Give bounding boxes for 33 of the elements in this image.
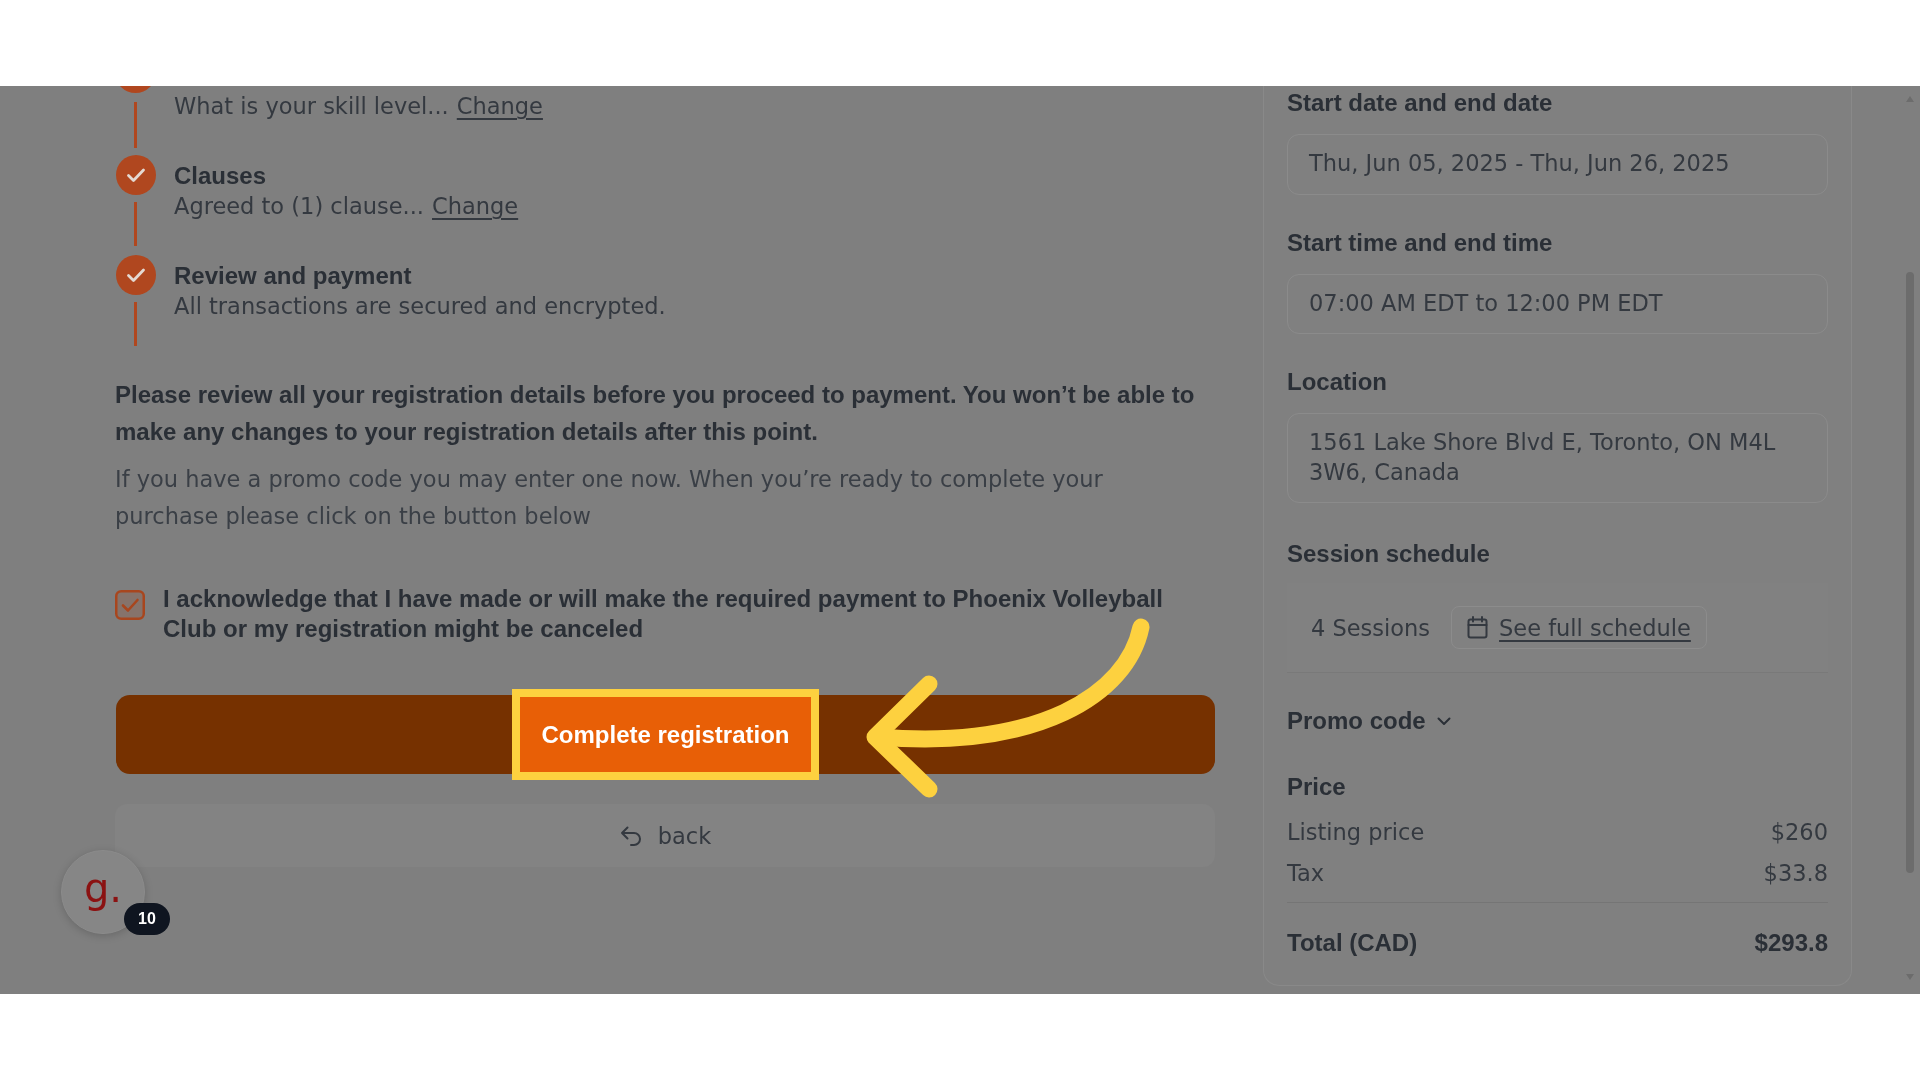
calendar-icon [1467,616,1489,639]
total-amount: $293.8 [1754,928,1828,958]
see-full-schedule-button[interactable]: See full schedule [1451,606,1707,649]
field-label: Start time and end time [1287,227,1553,258]
step-title: Clauses [174,161,267,191]
step-description: What is your skill level... Change [174,92,543,121]
promo-code-toggle[interactable]: Promo code [1287,706,1451,736]
undo-arrow-icon [618,824,643,847]
section-label: Price [1287,772,1346,802]
total-label: Total (CAD) [1287,928,1418,958]
field-label: Location [1287,367,1387,397]
section-label: Session schedule [1287,539,1490,569]
price-label: Listing price [1287,818,1425,847]
step-description: All transactions are secured and encrypted. [174,292,666,321]
change-link[interactable]: Change [432,193,519,219]
detail-field: 1561 Lake Shore Blvd E, Toronto, ON M4L 3W6, Canada [1287,413,1828,503]
complete-registration-button[interactable]: Complete registration [116,695,1215,774]
step-description: Agreed to (1) clause... Change [174,192,519,221]
acknowledge-label: I acknowledge that I have made or will make the required payment to Phoenix Volleyball Club or my registration might be canceled [163,584,1164,644]
price-amount: $33.8 [1763,859,1828,888]
back-button[interactable]: back [115,804,1215,867]
change-link[interactable]: Change [456,93,543,119]
field-label: Start date and end date [1287,88,1553,118]
review-notice: Please review all your registration details before you proceed to payment. You won’t be able to make any changes to your registration details after this point. [115,380,1196,447]
acknowledge-checkbox[interactable] [115,590,145,620]
session-count: 4 Sessions [1311,613,1431,643]
step-title: Review and payment [174,261,412,291]
detail-field: 07:00 AM EDT to 12:00 PM EDT [1287,273,1828,334]
price-label: Tax [1287,859,1325,888]
count-badge: 10 [124,903,170,935]
promo-instructions: If you have a promo code you may enter one now. When you’re ready to complete your purchase please click on the button below [115,465,1104,531]
detail-field: Thu, Jun 05, 2025 - Thu, Jun 26, 2025 [1287,134,1828,195]
price-amount: $260 [1770,818,1828,847]
